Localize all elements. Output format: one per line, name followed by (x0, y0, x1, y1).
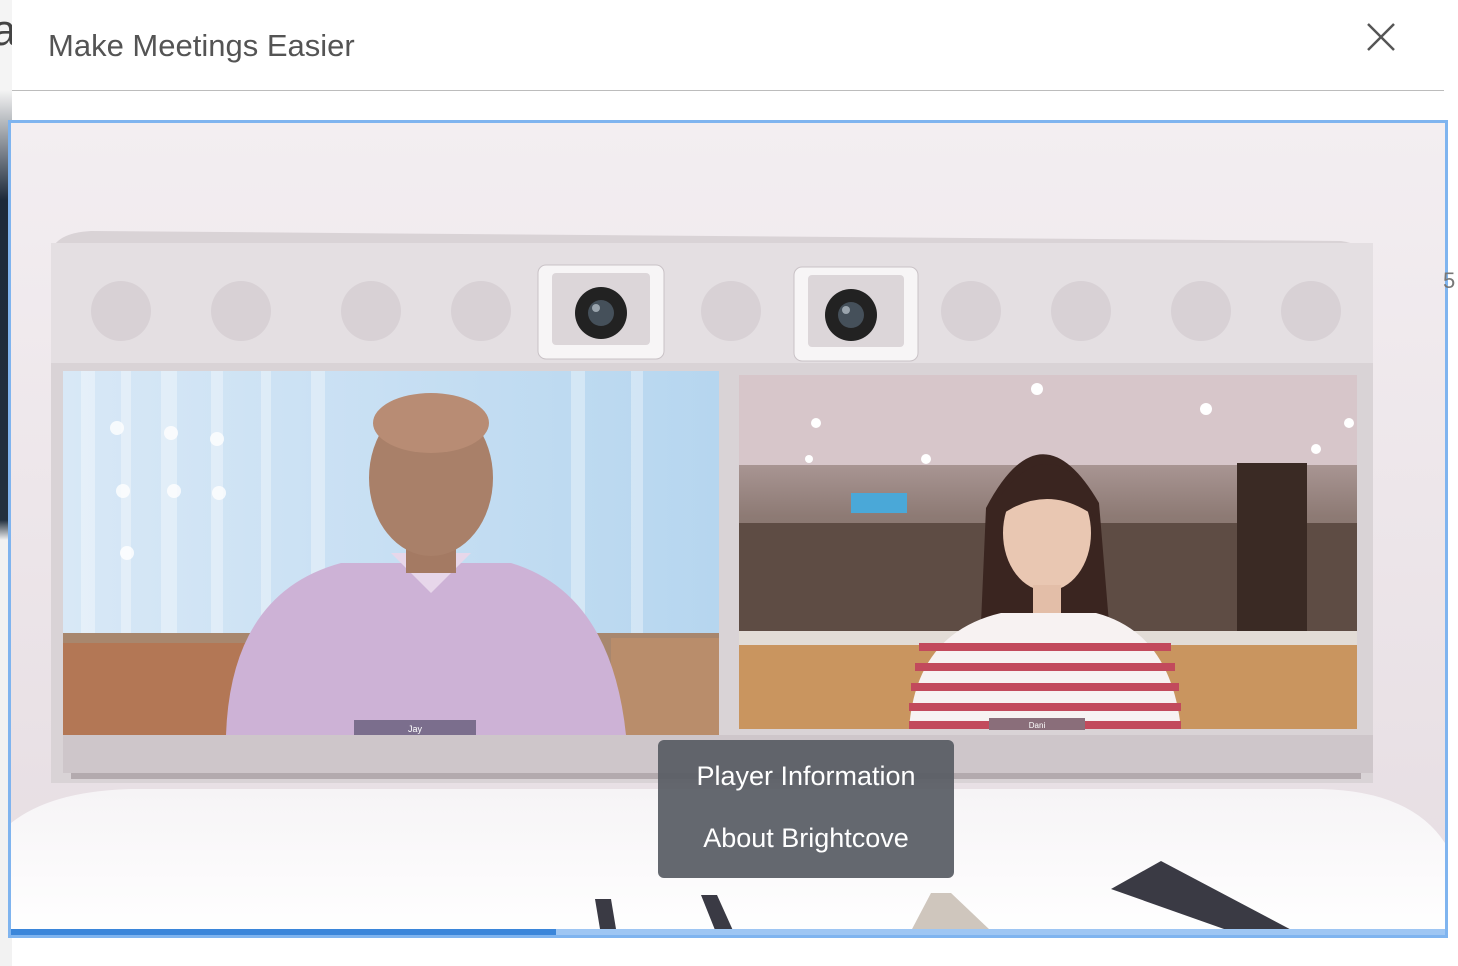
modal-title: Make Meetings Easier (48, 28, 355, 63)
progress-bar-fill (11, 929, 556, 935)
progress-bar[interactable] (11, 929, 1445, 935)
menu-item-player-information[interactable]: Player Information (658, 758, 954, 820)
close-button[interactable] (1362, 18, 1400, 56)
right-name-tag: Dani (1029, 721, 1046, 730)
left-name-tag: Jay (408, 724, 423, 734)
camera-left (537, 264, 665, 360)
close-icon (1367, 23, 1395, 51)
right-video-screen (739, 375, 1357, 730)
backdrop-text-fragment: 5 (1443, 268, 1456, 293)
menu-item-about-brightcove[interactable]: About Brightcove (658, 820, 954, 882)
player-context-menu: Player Information About Brightcove (658, 740, 954, 878)
modal-header: Make Meetings Easier (12, 0, 1444, 91)
left-video-screen (63, 371, 719, 735)
camera-right (793, 266, 919, 362)
